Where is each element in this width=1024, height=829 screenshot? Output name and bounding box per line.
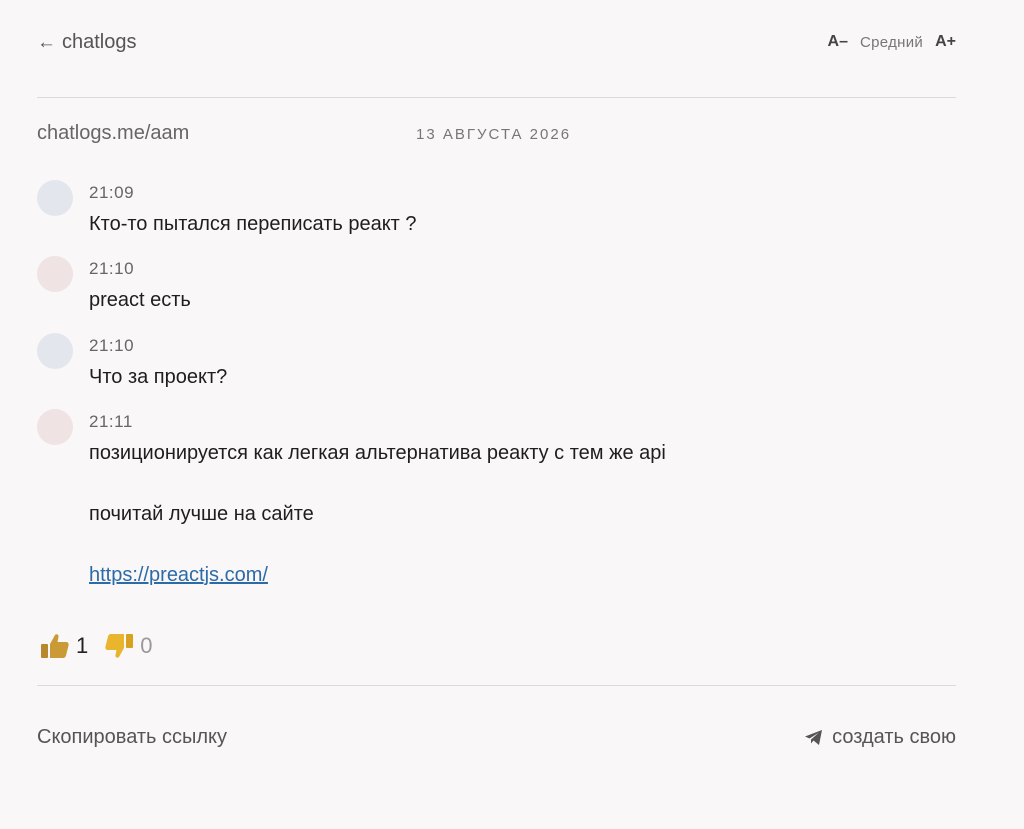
thumbs-down-icon: [105, 634, 134, 658]
divider: [37, 685, 956, 686]
avatar: [37, 180, 73, 216]
message-link-paragraph: https://preactjs.com/: [89, 557, 956, 593]
message-time: 21:10: [89, 259, 135, 278]
message-text: позиционируется как легкая альтернатива …: [89, 435, 956, 593]
footer: Скопировать ссылку создать свою: [37, 722, 956, 752]
top-bar: ← chatlogs A– Средний A+: [37, 26, 956, 58]
avatar: [37, 333, 73, 369]
like-button[interactable]: 1: [40, 633, 88, 659]
arrow-left-icon: ←: [37, 31, 56, 53]
dislike-count: 0: [140, 633, 153, 658]
avatar: [37, 256, 73, 292]
chat-url: chatlogs.me/aam: [37, 122, 190, 144]
avatar: [37, 409, 73, 445]
reactions: 1 0: [40, 633, 153, 659]
message-paragraph: почитай лучше на сайте: [89, 503, 314, 525]
telegram-icon: [805, 729, 823, 745]
font-size-label: Средний: [860, 33, 924, 51]
divider: [37, 97, 956, 98]
message-paragraph: позиционируется как легкая альтернатива …: [89, 442, 666, 464]
message-text: preact есть: [89, 289, 191, 311]
copy-link-button[interactable]: Скопировать ссылку: [37, 726, 227, 749]
chat-date: 13 АВГУСТА 2026: [416, 126, 572, 143]
message-time: 21:10: [89, 336, 135, 355]
message: 21:09 Кто-то пытался переписать реакт ?: [37, 180, 956, 256]
thumbs-up-icon: [41, 634, 69, 658]
font-decrease-button[interactable]: A–: [828, 33, 848, 51]
message: 21:10 preact есть: [37, 256, 956, 333]
message-time: 21:09: [89, 183, 135, 202]
message-text: Кто-то пытался переписать реакт ?: [89, 213, 417, 235]
message-link[interactable]: https://preactjs.com/: [89, 564, 268, 586]
font-size-control: A– Средний A+: [828, 33, 956, 51]
create-own-label: создать свою: [832, 725, 956, 748]
message: 21:11 позиционируется как легкая альтерн…: [37, 409, 956, 593]
dislike-button[interactable]: 0: [104, 633, 153, 659]
chatlog-page: ← chatlogs A– Средний A+ chatlogs.me/aam…: [0, 0, 1024, 829]
message-list: 21:09 Кто-то пытался переписать реакт ? …: [37, 180, 956, 593]
font-increase-button[interactable]: A+: [935, 33, 956, 51]
message-time: 21:11: [89, 412, 133, 431]
chat-meta: chatlogs.me/aam 13 АВГУСТА 2026: [37, 122, 956, 150]
message: 21:10 Что за проект?: [37, 333, 956, 409]
back-link[interactable]: ← chatlogs: [37, 31, 137, 54]
like-count: 1: [76, 633, 89, 658]
back-label: chatlogs: [62, 30, 137, 53]
create-own-link[interactable]: создать свою: [804, 726, 956, 749]
message-text: Что за проект?: [89, 366, 228, 388]
